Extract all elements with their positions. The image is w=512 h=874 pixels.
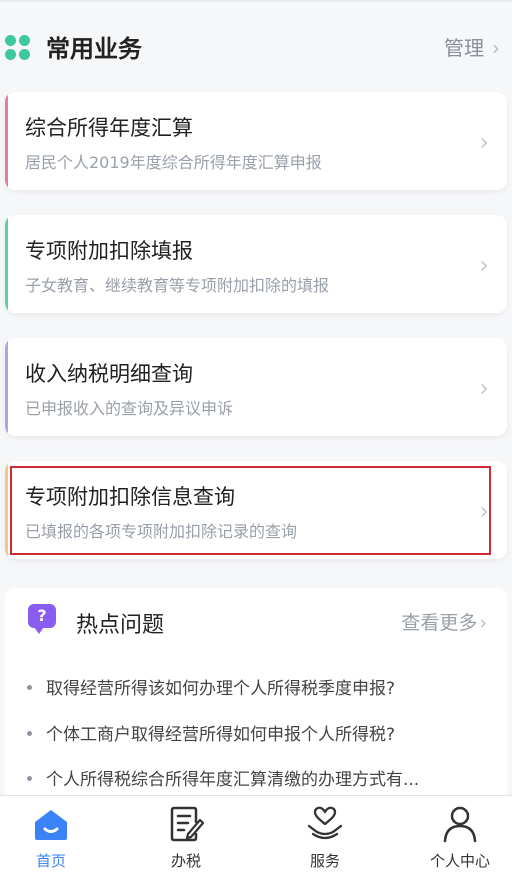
section-title: 常用业务 bbox=[46, 35, 142, 63]
clover-icon bbox=[5, 35, 31, 61]
card-income-tax-query[interactable]: 收入纳税明细查询 已申报收入的查询及异议申诉 › bbox=[5, 338, 507, 436]
tab-tax[interactable]: 办税 bbox=[141, 804, 231, 871]
hot-question-text: 取得经营所得该如何办理个人所得税季度申报? bbox=[46, 679, 396, 699]
tab-label: 办税 bbox=[170, 852, 201, 870]
hot-questions-panel: ? 热点问题 查看更多 › 取得经营所得该如何办理个人所得税季度申报? 个体工商户… bbox=[5, 588, 507, 798]
card-accent bbox=[5, 338, 8, 436]
hot-question-item[interactable]: 取得经营所得该如何办理个人所得税季度申报? bbox=[27, 674, 395, 699]
chevron-right-icon: › bbox=[492, 36, 500, 60]
card-description: 子女教育、继续教育等专项附加扣除的填报 bbox=[25, 276, 330, 295]
tab-home[interactable]: 首页 bbox=[6, 804, 96, 871]
bullet-icon bbox=[27, 775, 32, 781]
view-more-link[interactable]: 查看更多 › bbox=[401, 608, 487, 635]
tab-personal-center[interactable]: 个人中心 bbox=[415, 804, 505, 871]
chevron-right-icon: › bbox=[479, 374, 489, 402]
card-title: 综合所得年度汇算 bbox=[25, 116, 193, 140]
card-special-deduction-fill[interactable]: 专项附加扣除填报 子女教育、继续教育等专项附加扣除的填报 › bbox=[5, 215, 507, 313]
bullet-icon bbox=[27, 684, 32, 690]
chevron-right-icon: › bbox=[479, 251, 489, 279]
heart-hand-icon bbox=[307, 806, 343, 840]
home-icon bbox=[35, 810, 67, 840]
hot-question-text: 个人所得税综合所得年度汇算清缴的办理方式有... bbox=[46, 770, 420, 790]
bullet-icon bbox=[27, 730, 32, 736]
tab-service[interactable]: 服务 bbox=[280, 804, 370, 871]
chevron-right-icon: › bbox=[479, 612, 487, 634]
tab-label: 服务 bbox=[309, 852, 340, 870]
tab-label: 首页 bbox=[35, 852, 66, 870]
card-accent bbox=[5, 92, 8, 190]
person-icon bbox=[443, 806, 477, 843]
card-description: 居民个人2019年度综合所得年度汇算申报 bbox=[25, 153, 322, 172]
card-accent bbox=[5, 215, 8, 313]
card-annual-settlement[interactable]: 综合所得年度汇算 居民个人2019年度综合所得年度汇算申报 › bbox=[5, 92, 507, 190]
chevron-right-icon: › bbox=[479, 128, 489, 156]
card-title: 专项附加扣除信息查询 bbox=[25, 485, 235, 509]
card-description: 已填报的各项专项附加扣除记录的查询 bbox=[25, 522, 298, 541]
edit-document-icon bbox=[170, 806, 205, 842]
card-title: 收入纳税明细查询 bbox=[25, 362, 193, 386]
card-title: 专项附加扣除填报 bbox=[25, 239, 193, 263]
top-divider bbox=[0, 0, 512, 2]
view-more-label: 查看更多 bbox=[401, 612, 478, 634]
bottom-tab-bar: 首页 办税 服务 个人中心 bbox=[0, 795, 512, 874]
chevron-right-icon: › bbox=[479, 497, 489, 525]
tab-label: 个人中心 bbox=[429, 852, 490, 870]
hot-question-item[interactable]: 个人所得税综合所得年度汇算清缴的办理方式有... bbox=[27, 765, 419, 790]
card-special-deduction-query[interactable]: 专项附加扣除信息查询 已填报的各项专项附加扣除记录的查询 › bbox=[5, 461, 507, 559]
card-accent bbox=[5, 461, 8, 559]
hot-question-text: 个体工商户取得经营所得如何申报个人所得税? bbox=[46, 725, 396, 745]
hot-question-item[interactable]: 个体工商户取得经营所得如何申报个人所得税? bbox=[27, 720, 395, 745]
manage-label: 管理 bbox=[444, 36, 484, 60]
hot-questions-title: 热点问题 bbox=[76, 613, 165, 638]
card-description: 已申报收入的查询及异议申诉 bbox=[25, 399, 234, 418]
question-icon: ? bbox=[28, 604, 56, 634]
manage-button[interactable]: 管理 › bbox=[444, 32, 500, 61]
